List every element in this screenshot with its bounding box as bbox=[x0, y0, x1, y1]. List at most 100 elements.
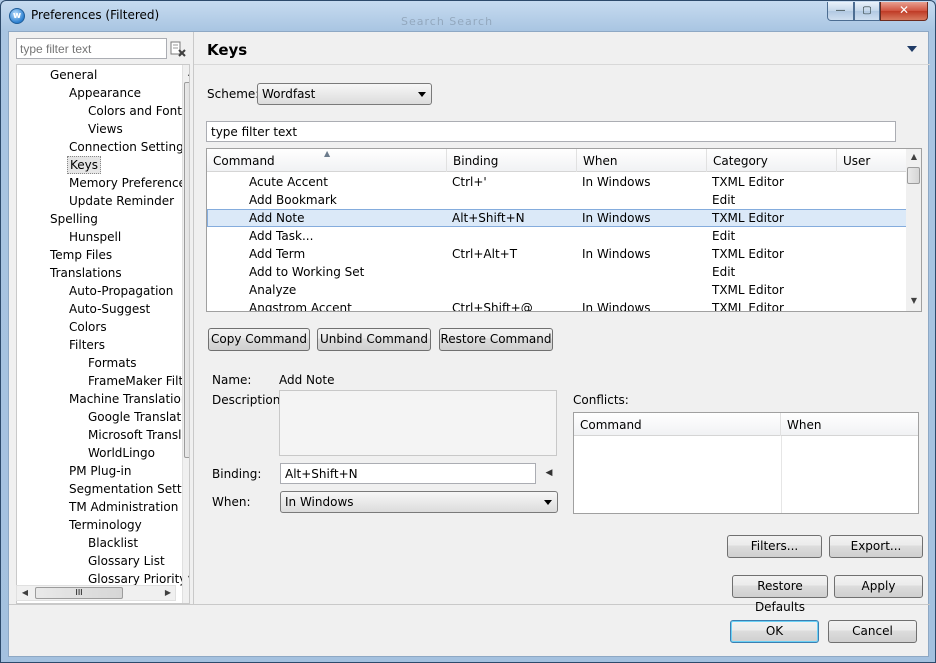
tree-horizontal-scrollbar[interactable]: ◀ III ▶ bbox=[16, 585, 176, 601]
cell-category: Edit bbox=[712, 229, 736, 243]
conflicts-column-command[interactable]: Command bbox=[574, 413, 781, 436]
tree-hscroll-thumb[interactable]: III bbox=[35, 587, 123, 599]
tree-item[interactable]: FrameMaker Filter bbox=[86, 372, 189, 390]
tree-item[interactable]: WorldLingo bbox=[86, 444, 157, 462]
filters-button[interactable]: Filters... bbox=[727, 535, 822, 558]
command-filter-input[interactable]: type filter text bbox=[206, 121, 896, 142]
preferences-tree[interactable]: General Appearance Colors and Fonts Views Co… bbox=[16, 64, 190, 604]
tree-item[interactable]: Connection Settings bbox=[67, 138, 189, 156]
scroll-down-icon[interactable]: ▼ bbox=[906, 293, 921, 309]
tree-item[interactable]: Memory Preferences bbox=[67, 174, 189, 192]
column-category[interactable]: Category bbox=[707, 149, 837, 172]
tree-item[interactable]: Views bbox=[86, 120, 125, 138]
conflicts-table[interactable]: Command When bbox=[573, 412, 919, 514]
tree-item[interactable]: Microsoft Translat bbox=[86, 426, 189, 444]
tree-item[interactable]: Update Reminder bbox=[67, 192, 176, 210]
column-when[interactable]: When bbox=[577, 149, 707, 172]
tree-item[interactable]: Colors bbox=[67, 318, 109, 336]
maximize-button[interactable]: ▢ bbox=[854, 2, 880, 21]
tree-item[interactable]: Segmentation Setting bbox=[67, 480, 189, 498]
table-row[interactable]: Add Task... Edit bbox=[207, 227, 907, 245]
binding-input[interactable]: Alt+Shift+N bbox=[280, 463, 536, 484]
commands-table-header: Command ▲ Binding When Category User bbox=[207, 149, 907, 172]
binding-menu-arrow-icon[interactable]: ◀ bbox=[540, 463, 558, 484]
scroll-up-icon[interactable]: ▲ bbox=[183, 65, 189, 81]
tree-item[interactable]: Glossary List bbox=[86, 552, 167, 570]
tree-item[interactable]: Machine Translation bbox=[67, 390, 189, 408]
description-label: Description: bbox=[212, 393, 285, 407]
column-binding[interactable]: Binding bbox=[447, 149, 577, 172]
cell-when: In Windows bbox=[582, 301, 651, 312]
table-row[interactable]: Angstrom Accent Ctrl+Shift+@ In Windows TXM… bbox=[207, 299, 907, 312]
clear-filter-icon[interactable] bbox=[170, 41, 186, 57]
tree-item[interactable]: Terminology bbox=[67, 516, 144, 534]
chevron-down-icon bbox=[418, 92, 426, 97]
column-user[interactable]: User bbox=[837, 149, 907, 172]
cell-command: Add Note bbox=[249, 211, 305, 225]
cell-command: Analyze bbox=[249, 283, 297, 297]
tree-item[interactable]: Formats bbox=[86, 354, 139, 372]
view-menu-icon[interactable] bbox=[907, 46, 917, 52]
table-row[interactable]: Analyze TXML Editor bbox=[207, 281, 907, 299]
scheme-label: Scheme: bbox=[207, 87, 260, 101]
description-box bbox=[279, 390, 557, 456]
tree-filter-input[interactable] bbox=[16, 38, 167, 59]
unbind-command-button[interactable]: Unbind Command bbox=[317, 328, 431, 351]
title-bar[interactable]: w Preferences (Filtered) Search Search —… bbox=[1, 1, 935, 31]
tree-item-selected[interactable]: Keys bbox=[67, 156, 102, 174]
ok-button[interactable]: OK bbox=[730, 620, 819, 643]
tree-item[interactable]: Spelling bbox=[48, 210, 100, 228]
apply-button[interactable]: Apply bbox=[834, 575, 923, 598]
tree-item[interactable]: Google Translate bbox=[86, 408, 189, 426]
tree-item[interactable]: TM Administration bbox=[67, 498, 180, 516]
table-row-selected[interactable]: Add Note Alt+Shift+N In Windows TXML Editor bbox=[207, 209, 907, 227]
minimize-button[interactable]: — bbox=[827, 2, 854, 21]
commands-vertical-scrollbar[interactable]: ▲ ▼ bbox=[906, 149, 921, 311]
cell-binding: Ctrl+' bbox=[452, 175, 487, 189]
table-row[interactable]: Acute Accent Ctrl+' In Windows TXML Editor bbox=[207, 173, 907, 191]
copy-command-button[interactable]: Copy Command bbox=[208, 328, 310, 351]
conflicts-column-divider bbox=[781, 436, 782, 513]
tree-item[interactable]: PM Plug-in bbox=[67, 462, 133, 480]
pane-divider[interactable] bbox=[193, 32, 194, 604]
scroll-down-icon[interactable]: ▼ bbox=[183, 571, 189, 587]
scroll-up-icon[interactable]: ▲ bbox=[906, 149, 921, 165]
commands-table[interactable]: Command ▲ Binding When Category User Acu… bbox=[206, 148, 922, 312]
scheme-select[interactable]: Wordfast bbox=[257, 83, 432, 105]
tree-item[interactable]: Filters bbox=[67, 336, 107, 354]
page-title: Keys bbox=[207, 41, 248, 59]
tree-vertical-scrollbar[interactable]: ▲ ▼ bbox=[182, 65, 189, 603]
background-window-title: Search Search bbox=[401, 15, 494, 28]
when-select[interactable]: In Windows bbox=[280, 491, 558, 513]
close-button[interactable]: ✕ bbox=[880, 2, 928, 21]
cell-command: Angstrom Accent bbox=[249, 301, 352, 312]
scroll-left-icon[interactable]: ◀ bbox=[17, 585, 33, 601]
table-row[interactable]: Add to Working Set Edit bbox=[207, 263, 907, 281]
tree-item[interactable]: Translations bbox=[48, 264, 124, 282]
tree-item[interactable]: Auto-Suggest bbox=[67, 300, 152, 318]
commands-scroll-thumb[interactable] bbox=[907, 167, 920, 184]
tree-item[interactable]: Temp Files bbox=[48, 246, 114, 264]
tree-item[interactable]: Auto-Propagation bbox=[67, 282, 175, 300]
restore-defaults-button[interactable]: Restore Defaults bbox=[732, 575, 828, 614]
export-button[interactable]: Export... bbox=[829, 535, 923, 558]
tree-item[interactable]: Hunspell bbox=[67, 228, 123, 246]
table-row[interactable]: Add Term Ctrl+Alt+T In Windows TXML Editor bbox=[207, 245, 907, 263]
app-icon: w bbox=[9, 8, 25, 24]
tree-item[interactable]: Blacklist bbox=[86, 534, 140, 552]
cancel-button[interactable]: Cancel bbox=[828, 620, 917, 643]
table-row[interactable]: Add Bookmark Edit bbox=[207, 191, 907, 209]
cell-command: Add Term bbox=[249, 247, 306, 261]
tree-scroll-thumb[interactable] bbox=[184, 82, 189, 458]
cell-binding: Ctrl+Alt+T bbox=[452, 247, 518, 261]
conflicts-label: Conflicts: bbox=[573, 393, 629, 407]
tree-item[interactable]: Colors and Fonts bbox=[86, 102, 189, 120]
tree-item[interactable]: General bbox=[48, 66, 99, 84]
scroll-right-icon[interactable]: ▶ bbox=[160, 585, 176, 601]
binding-label: Binding: bbox=[212, 467, 262, 481]
restore-command-button[interactable]: Restore Command bbox=[439, 328, 553, 351]
conflicts-column-when[interactable]: When bbox=[781, 413, 918, 436]
scheme-select-value: Wordfast bbox=[262, 87, 316, 101]
window-title: Preferences (Filtered) bbox=[31, 8, 160, 22]
tree-item[interactable]: Appearance bbox=[67, 84, 143, 102]
